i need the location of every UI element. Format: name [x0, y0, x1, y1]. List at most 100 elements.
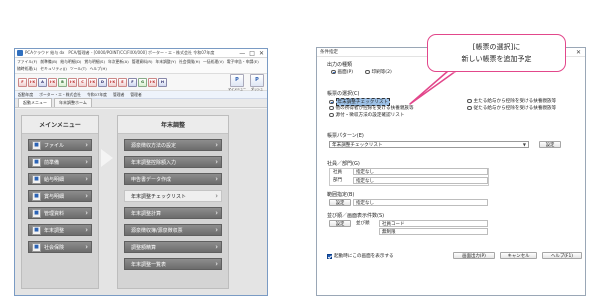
range-label: 範囲指定(B): [327, 192, 355, 198]
main-menu-item[interactable]: ■ 賞与明細 ›: [28, 190, 92, 202]
menu-item-9[interactable]: 電子申告・申請(E): [227, 59, 259, 65]
sync-icon[interactable]: I-X: [148, 77, 157, 87]
menu-item-label: 年末調整控除額入力: [131, 159, 177, 166]
callout-line-2: 新しい帳票を追加予定: [461, 55, 532, 63]
maximize-icon[interactable]: □: [249, 50, 255, 57]
menu-item-10[interactable]: 随時処理(L): [17, 66, 37, 72]
condition-dialog: 条件指定 ✕ 出力の種類 画面(P) 印刷等(2) 帳票の選択(C) 年末調整チ…: [316, 47, 586, 296]
help-button[interactable]: ヘルプ(F1): [542, 252, 582, 259]
employee-icon[interactable]: A: [38, 77, 47, 87]
import-icon[interactable]: I-X: [28, 77, 37, 87]
tab-0[interactable]: 起動メニュー: [18, 98, 52, 107]
chevron-right-icon: ›: [215, 243, 218, 251]
cancel-button[interactable]: キャンセル: [500, 252, 537, 259]
menu-item-6[interactable]: 年末調整(Y): [156, 59, 176, 65]
main-menu-item[interactable]: ■ 前準備 ›: [28, 156, 92, 168]
export-icon[interactable]: I-X: [48, 77, 57, 87]
menu-item-5[interactable]: 管理資料(R): [132, 59, 153, 65]
menu-item-0[interactable]: ファイル(F): [17, 59, 37, 65]
output-icon[interactable]: I-X: [88, 77, 97, 87]
sort-settings-button[interactable]: 設定: [329, 220, 351, 227]
menu-item-13[interactable]: ヘルプ(H): [90, 66, 107, 72]
my-menu-button[interactable]: P マイメニュー: [228, 73, 246, 91]
calendar-icon[interactable]: B: [58, 77, 67, 87]
year-end-menu-item[interactable]: 調整額精算 ›: [124, 241, 222, 253]
form-select-label: 帳票の選択(C): [327, 91, 360, 97]
menu-item-1[interactable]: 前準備(B): [40, 59, 57, 65]
menu-item-2[interactable]: 給与明細(D): [60, 59, 81, 65]
main-menu-item[interactable]: ■ 年末調整 ›: [28, 224, 92, 236]
menu-item-label: 前準備: [44, 159, 60, 166]
menu-item-label: 給与明細: [44, 176, 65, 183]
mail-icon[interactable]: F: [128, 77, 137, 87]
transfer-icon[interactable]: I-X: [108, 77, 117, 87]
year-end-menu-item[interactable]: 申告書データ作成 ›: [124, 173, 222, 185]
print-icon[interactable]: I-X: [68, 77, 77, 87]
form-radio-other-dependents[interactable]: 他の所得者が控除を受ける扶養親族等: [329, 105, 414, 111]
startup-checkbox[interactable]: 起動時にこの画面を表示する: [327, 253, 394, 259]
year-end-menu-item[interactable]: 年末調整控除額入力 ›: [124, 156, 222, 168]
radio-icon: [329, 112, 334, 118]
chevron-right-icon: ›: [215, 158, 218, 166]
minimize-icon[interactable]: —: [239, 50, 245, 57]
form-radio-sub-salary[interactable]: 従たる給与から控除を受ける扶養親族等: [467, 105, 556, 111]
radio-label: 印刷等(2): [371, 70, 392, 75]
range-settings-button[interactable]: 設定: [329, 199, 351, 206]
pattern-settings-button[interactable]: 設定: [539, 141, 561, 148]
year-end-menu-item[interactable]: 年末調整チェックリスト ›: [124, 190, 222, 202]
menu-item-7[interactable]: 社会保険(H): [179, 59, 200, 65]
output-screen-radio[interactable]: 画面(P): [331, 69, 353, 75]
menu-item-label: 賞与明細: [44, 193, 65, 200]
menu-item-11[interactable]: セキュリティ(J): [40, 66, 67, 72]
chevron-right-icon: ›: [215, 141, 218, 149]
setup-icon: ■: [32, 157, 41, 167]
form-radio-main-salary[interactable]: 主たる給与から控除を受ける扶養親族等: [467, 98, 556, 104]
dashboard-icon: P: [250, 73, 264, 87]
main-menu-item[interactable]: ■ 社会保険 ›: [28, 241, 92, 253]
window-controls: — □ ✕: [239, 50, 267, 57]
form-radio-method-check[interactable]: 源付・徴収方法の設定確認リスト: [329, 112, 404, 118]
close-icon[interactable]: ✕: [259, 50, 264, 57]
form-pattern-label: 帳票パターン(E): [327, 133, 364, 139]
check-icon[interactable]: D: [98, 77, 107, 87]
main-menu-item[interactable]: ■ ファイル ›: [28, 139, 92, 151]
book-icon[interactable]: G: [138, 77, 147, 87]
screen-output-button[interactable]: 画面出力(P): [453, 252, 495, 259]
menu-item-12[interactable]: ツール(T): [70, 66, 87, 72]
sort-value: 社員コード: [379, 220, 488, 227]
main-menu-item[interactable]: ■ 給与明細 ›: [28, 173, 92, 185]
menu-item-3[interactable]: 賞与明細(S): [84, 59, 105, 65]
year-end-menu-item[interactable]: 源泉徴収方法の設定 ›: [124, 139, 222, 151]
chevron-down-icon: ▼: [522, 142, 526, 147]
menu-item-label: 年末調整: [44, 227, 65, 234]
file-icon[interactable]: F: [18, 77, 27, 87]
chevron-right-icon: ›: [85, 192, 88, 200]
tab-1[interactable]: 年末調整ホーム: [54, 98, 92, 107]
range-value: 指定なし: [353, 199, 488, 206]
menu-item-8[interactable]: 一括処理(V): [203, 59, 224, 65]
settings-icon[interactable]: H: [158, 77, 167, 87]
year-end-menu-item[interactable]: 年末調整一覧表 ›: [124, 258, 222, 270]
menu-item-label: 年末調整一覧表: [131, 261, 167, 268]
close-icon[interactable]: ✕: [576, 49, 585, 56]
menu-item-4[interactable]: 年次更新(A): [108, 59, 129, 65]
info-field-4: 管理者: [130, 91, 142, 97]
radio-label: 他の所得者が控除を受ける扶養親族等: [335, 106, 414, 111]
year-end-menu-item[interactable]: 源泉徴収簿/源泉徴収票 ›: [124, 224, 222, 236]
toolbar-caption: ダッシュ: [250, 86, 263, 91]
main-menu-item[interactable]: ■ 管理資料 ›: [28, 207, 92, 219]
dashboard-button[interactable]: P ダッシュ: [250, 73, 264, 91]
chevron-right-icon: ›: [85, 175, 88, 183]
folder-icon: ■: [32, 140, 41, 150]
year-end-column: 年末調整 源泉徴収方法の設定 › 年末調整控除額入力 › 申告書データ作成 › 年末調整チェ…: [117, 115, 229, 289]
chevron-right-icon: ›: [85, 158, 88, 166]
edit-icon[interactable]: E: [118, 77, 127, 87]
menu-item-label: ファイル: [44, 142, 65, 149]
checkbox-label: 起動時にこの画面を表示する: [334, 254, 394, 259]
output-print-radio[interactable]: 印刷等(2): [365, 69, 392, 75]
calc-icon[interactable]: C: [78, 77, 87, 87]
year-end-menu-item[interactable]: 年末調整計算 ›: [124, 207, 222, 219]
info-bar: 起動年度 ポーター・エ・株式会社 令和07年度 管理者 管理者: [15, 91, 267, 99]
chevron-right-icon: ›: [215, 175, 218, 183]
form-pattern-select[interactable]: 年末調整チェックリスト ▼: [329, 141, 529, 148]
